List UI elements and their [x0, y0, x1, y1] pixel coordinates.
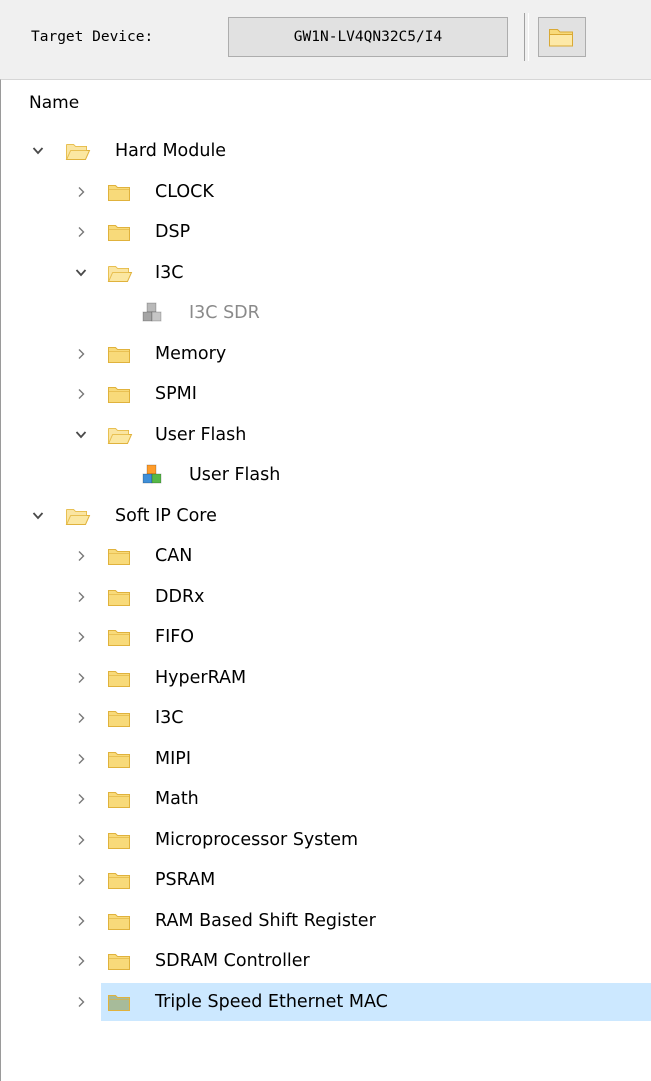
tree-item-user-flash[interactable]: User Flash [1, 455, 651, 495]
toolbar: Target Device: GW1N-LV4QN32C5/I4 [0, 0, 651, 79]
tree-item-ddrx[interactable]: DDRx [1, 577, 651, 617]
chevron-down-icon[interactable] [31, 139, 47, 163]
target-device-label: Target Device: [31, 29, 154, 45]
tree-item-clock[interactable]: CLOCK [1, 172, 651, 212]
chevron-right-icon[interactable] [74, 585, 90, 609]
chevron-down-icon[interactable] [74, 261, 90, 285]
chevron-right-icon[interactable] [74, 747, 90, 771]
chevron-right-icon[interactable] [74, 868, 90, 892]
tree-item-label: Math [155, 789, 199, 809]
tree-item-label: CLOCK [155, 181, 214, 202]
chevron-right-icon[interactable] [74, 382, 90, 406]
chevron-right-icon[interactable] [74, 706, 90, 730]
chevron-right-icon[interactable] [74, 990, 90, 1014]
chevron-right-icon[interactable] [74, 828, 90, 852]
tree-item-i3c[interactable]: I3C [1, 253, 651, 293]
folder-icon [107, 991, 131, 1013]
tree-item-label: User Flash [155, 424, 247, 445]
folder-icon [107, 626, 131, 648]
tree-item-label: SDRAM Controller [155, 951, 310, 971]
folder-icon [107, 707, 131, 729]
chevron-right-icon[interactable] [74, 180, 90, 204]
folder-open-icon [107, 424, 133, 446]
tree-item-label: MIPI [155, 748, 191, 769]
tree-item-label: DDRx [155, 586, 205, 607]
tree-item-label: HyperRAM [155, 667, 247, 688]
tree-item-triple-speed-ethernet-mac[interactable]: Triple Speed Ethernet MAC [1, 982, 651, 1022]
tree-item-microprocessor-system[interactable]: Microprocessor System [1, 820, 651, 860]
tree-item-i3c-sdr[interactable]: I3C SDR [1, 293, 651, 333]
tree-item-fifo[interactable]: FIFO [1, 617, 651, 657]
tree-item-label: CAN [155, 546, 193, 566]
tree-item-memory[interactable]: Memory [1, 334, 651, 374]
folder-icon [107, 869, 131, 891]
tree-item-label: I3C SDR [189, 303, 260, 323]
chevron-right-icon[interactable] [74, 342, 90, 366]
tree-item-label: Memory [155, 343, 227, 364]
chevron-right-icon[interactable] [74, 949, 90, 973]
folder-icon [107, 829, 131, 851]
tree-item-label: Triple Speed Ethernet MAC [155, 991, 388, 1012]
tree-item-sdram-controller[interactable]: SDRAM Controller [1, 941, 651, 981]
ip-core-blocks-icon [141, 464, 165, 486]
tree-item-hyperram[interactable]: HyperRAM [1, 658, 651, 698]
folder-icon [107, 788, 131, 810]
folder-open-icon [65, 505, 91, 527]
tree-item-label: RAM Based Shift Register [155, 910, 376, 931]
folder-open-icon [65, 140, 91, 162]
tree-item-label: Soft IP Core [115, 505, 217, 526]
folder-icon [107, 383, 131, 405]
tree-item-label: FIFO [155, 627, 195, 647]
tree-item-label: PSRAM [155, 870, 216, 890]
tree-item-psram[interactable]: PSRAM [1, 860, 651, 900]
tree-item-dsp[interactable]: DSP [1, 212, 651, 252]
folder-icon [107, 586, 131, 608]
chevron-right-icon[interactable] [74, 625, 90, 649]
tree-item-label: Hard Module [115, 141, 227, 161]
folder-icon [107, 181, 131, 203]
tree-item-soft-ip-core[interactable]: Soft IP Core [1, 496, 651, 536]
target-device-button[interactable]: GW1N-LV4QN32C5/I4 [228, 17, 508, 57]
folder-icon [107, 343, 131, 365]
tree-item-math[interactable]: Math [1, 779, 651, 819]
chevron-right-icon[interactable] [74, 544, 90, 568]
tree-item-label: I3C [155, 262, 184, 283]
tree-item-label: Microprocessor System [155, 829, 359, 850]
chevron-right-icon[interactable] [74, 909, 90, 933]
tree-item-label: I3C [155, 708, 184, 728]
tree-item-mipi[interactable]: MIPI [1, 739, 651, 779]
chevron-right-icon[interactable] [74, 666, 90, 690]
chevron-down-icon[interactable] [74, 423, 90, 447]
tree-item-ram-based-shift-register[interactable]: RAM Based Shift Register [1, 901, 651, 941]
chevron-down-icon[interactable] [31, 504, 47, 528]
folder-icon [107, 221, 131, 243]
chevron-right-icon[interactable] [74, 220, 90, 244]
tree-item-i3c[interactable]: I3C [1, 698, 651, 738]
chevron-right-icon[interactable] [74, 787, 90, 811]
tree-item-user-flash[interactable]: User Flash [1, 415, 651, 455]
folder-open-icon [107, 262, 133, 284]
tree-item-label: SPMI [155, 384, 197, 404]
tree-item-hard-module[interactable]: Hard Module [1, 131, 651, 171]
open-folder-button[interactable] [538, 17, 586, 57]
toolbar-separator [524, 13, 529, 61]
tree-item-can[interactable]: CAN [1, 536, 651, 576]
folder-icon [107, 910, 131, 932]
name-column-header[interactable]: Name [29, 93, 79, 113]
folder-icon [107, 545, 131, 567]
ip-core-tree-panel: Name Hard Module CLOCK DSP I3C I3C SDR M… [0, 79, 651, 1081]
tree-item-label: DSP [155, 222, 191, 242]
folder-icon [107, 667, 131, 689]
folder-icon [107, 950, 131, 972]
tree-item-spmi[interactable]: SPMI [1, 374, 651, 414]
folder-open-icon [548, 26, 576, 48]
folder-icon [107, 748, 131, 770]
tree-item-label: User Flash [189, 465, 281, 485]
ip-core-blocks-icon [141, 302, 165, 324]
